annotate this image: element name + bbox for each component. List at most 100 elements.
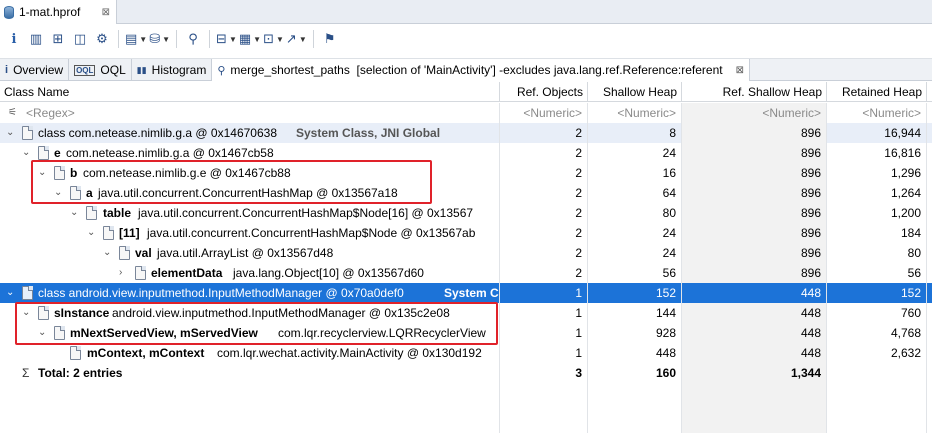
chevron-down-icon[interactable]: ▼	[162, 35, 170, 44]
table-row[interactable]: ⌄ e com.netease.nimlib.g.a @ 0x1467cb58 …	[0, 143, 932, 163]
chevron-down-icon[interactable]: ⌄	[6, 283, 14, 303]
calculator-icon[interactable]: ▦ ▼	[239, 28, 261, 50]
tab-overview[interactable]: i Overview	[0, 59, 70, 81]
table-header: Class Name Ref. Objects Shallow Heap Ref…	[0, 82, 932, 102]
table-row[interactable]: ⌄ [11] java.util.concurrent.ConcurrentHa…	[0, 223, 932, 243]
shallow-heap-value: 8	[588, 123, 682, 143]
empty-cell	[500, 383, 588, 433]
column-header-ref-objects[interactable]: Ref. Objects	[500, 82, 588, 102]
tab-histogram[interactable]: ▮▮ Histogram	[132, 59, 213, 81]
class-name-cell: ⌄ class android.view.inputmethod.InputMe…	[0, 283, 500, 303]
ref-objects-value: 2	[500, 163, 588, 183]
chevron-down-icon[interactable]: ⌄	[70, 203, 78, 223]
retained-heap-value: 760	[827, 303, 927, 323]
filter-row: ⚟ <Regex> <Numeric> <Numeric> <Numeric> …	[0, 103, 932, 123]
compare-icon[interactable]: ⊡ ▼	[263, 28, 284, 50]
instance-object-icon	[70, 346, 81, 360]
shallow-heap-value: 56	[588, 263, 682, 283]
table-row[interactable]: ⌄ mNextServedView, mServedView com.lqr.r…	[0, 323, 932, 343]
column-header-retained-heap[interactable]: Retained Heap	[827, 82, 927, 102]
tab-oql[interactable]: OQL OQL	[69, 59, 132, 81]
export-icon[interactable]: ↗ ▼	[286, 28, 307, 50]
ref-shallow-heap-value: 448	[682, 343, 827, 363]
row-label: android.view.inputmethod.InputMethodMana…	[112, 306, 450, 320]
gear-icon[interactable]: ⚙	[92, 28, 112, 50]
retained-heap-value: 1,296	[827, 163, 927, 183]
close-icon[interactable]: ⊠	[102, 7, 110, 18]
total-label: Total: 2 entries	[38, 366, 123, 380]
chevron-down-icon[interactable]: ⌄	[6, 123, 14, 143]
chevron-down-icon[interactable]: ⌄	[38, 163, 46, 183]
ref-shallow-heap-value: 896	[682, 203, 827, 223]
oql-icon[interactable]: ◫	[70, 28, 90, 50]
ref-shallow-heap-value: 896	[682, 163, 827, 183]
table-row[interactable]: ⌄ sInstance android.view.inputmethod.Inp…	[0, 303, 932, 323]
table-row-selected[interactable]: ⌄ class android.view.inputmethod.InputMe…	[0, 283, 932, 303]
pin-icon[interactable]: ⚑	[320, 28, 340, 50]
histogram-icon: ▮▮	[136, 64, 147, 75]
row-label: com.lqr.wechat.activity.MainActivity @ 0…	[217, 346, 482, 360]
column-header-shallow-heap[interactable]: Shallow Heap	[588, 82, 682, 102]
row-label: class android.view.inputmethod.InputMeth…	[38, 286, 404, 300]
tab-merge-shortest-paths[interactable]: ⚲ merge_shortest_paths [selection of 'Ma…	[212, 59, 750, 81]
gc-root-label: System Class, JNI Global	[296, 126, 441, 140]
instance-object-icon	[54, 166, 65, 180]
chevron-down-icon[interactable]: ▼	[139, 35, 147, 44]
chevron-right-icon[interactable]: ›	[119, 263, 122, 283]
ref-shallow-heap-value: 896	[682, 223, 827, 243]
chevron-down-icon[interactable]: ▼	[229, 35, 237, 44]
table-row[interactable]: ⌄ class com.netease.nimlib.g.a @ 0x14670…	[0, 123, 932, 143]
table-row[interactable]: mContext, mContext com.lqr.wechat.activi…	[0, 343, 932, 363]
column-header-ref-shallow-heap[interactable]: Ref. Shallow Heap	[682, 82, 827, 102]
chevron-down-icon[interactable]: ▼	[276, 35, 284, 44]
retained-heap-value: 184	[827, 223, 927, 243]
numeric-filter-retained-heap[interactable]: <Numeric>	[827, 103, 927, 123]
chevron-down-icon[interactable]: ⌄	[38, 323, 46, 343]
histogram-icon[interactable]: ▥	[26, 28, 46, 50]
report-icon[interactable]: ▤ ▼	[125, 28, 147, 50]
chevron-down-icon[interactable]: ▼	[299, 35, 307, 44]
chevron-down-icon[interactable]: ⌄	[22, 143, 30, 163]
row-label: com.netease.nimlib.g.e @ 0x1467cb88	[83, 166, 291, 180]
regex-filter-input[interactable]: <Regex>	[26, 103, 75, 123]
close-icon[interactable]: ⊠	[736, 65, 744, 76]
numeric-filter-ref-objects[interactable]: <Numeric>	[500, 103, 588, 123]
numeric-filter-shallow-heap[interactable]: <Numeric>	[588, 103, 682, 123]
shallow-heap-value: 16	[588, 163, 682, 183]
retained-heap-value: 152	[827, 283, 927, 303]
group-by-icon[interactable]: ⊟ ▼	[216, 28, 237, 50]
field-name: a	[86, 186, 93, 200]
toolbar-separator	[209, 30, 211, 48]
editor-tab-hprof[interactable]: 1-mat.hprof ⊠	[0, 0, 117, 24]
retained-heap-value: 1,264	[827, 183, 927, 203]
column-header-class-name[interactable]: Class Name	[0, 82, 500, 102]
chevron-down-icon[interactable]: ⌄	[54, 183, 62, 203]
info-icon[interactable]: i	[4, 28, 24, 50]
row-label: java.lang.Object[10] @ 0x13567d60	[233, 266, 424, 280]
total-label-cell: Σ Total: 2 entries	[0, 363, 500, 383]
retained-heap-value: 1,200	[827, 203, 927, 223]
class-name-cell: ⌄ class com.netease.nimlib.g.a @ 0x14670…	[0, 123, 500, 143]
array-object-icon	[86, 206, 97, 220]
table-row[interactable]: › elementData java.lang.Object[10] @ 0x1…	[0, 263, 932, 283]
numeric-filter-ref-shallow-heap[interactable]: <Numeric>	[682, 103, 827, 123]
path-icon: ⚲	[217, 64, 226, 77]
filter-cell-name[interactable]: ⚟ <Regex>	[0, 103, 500, 123]
class-object-icon	[22, 286, 33, 300]
shallow-heap-value: 64	[588, 183, 682, 203]
table-row[interactable]: ⌄ table java.util.concurrent.ConcurrentH…	[0, 203, 932, 223]
query-browser-icon[interactable]: ⛁ ▼	[149, 28, 170, 50]
class-name-cell: › elementData java.lang.Object[10] @ 0x1…	[0, 263, 500, 283]
toolbar-separator	[118, 30, 119, 48]
chevron-down-icon[interactable]: ▼	[253, 35, 261, 44]
table-row[interactable]: ⌄ val java.util.ArrayList @ 0x13567d48 2…	[0, 243, 932, 263]
chevron-down-icon[interactable]: ⌄	[22, 303, 30, 323]
chevron-down-icon[interactable]: ⌄	[87, 223, 95, 243]
class-object-icon	[22, 126, 33, 140]
row-label: class com.netease.nimlib.g.a @ 0x1467063…	[38, 126, 277, 140]
chevron-down-icon[interactable]: ⌄	[103, 243, 111, 263]
dominator-tree-icon[interactable]: ⊞	[48, 28, 68, 50]
table-row[interactable]: ⌄ a java.util.concurrent.ConcurrentHashM…	[0, 183, 932, 203]
table-row[interactable]: ⌄ b com.netease.nimlib.g.e @ 0x1467cb88 …	[0, 163, 932, 183]
search-icon[interactable]: ⚲	[183, 28, 203, 50]
